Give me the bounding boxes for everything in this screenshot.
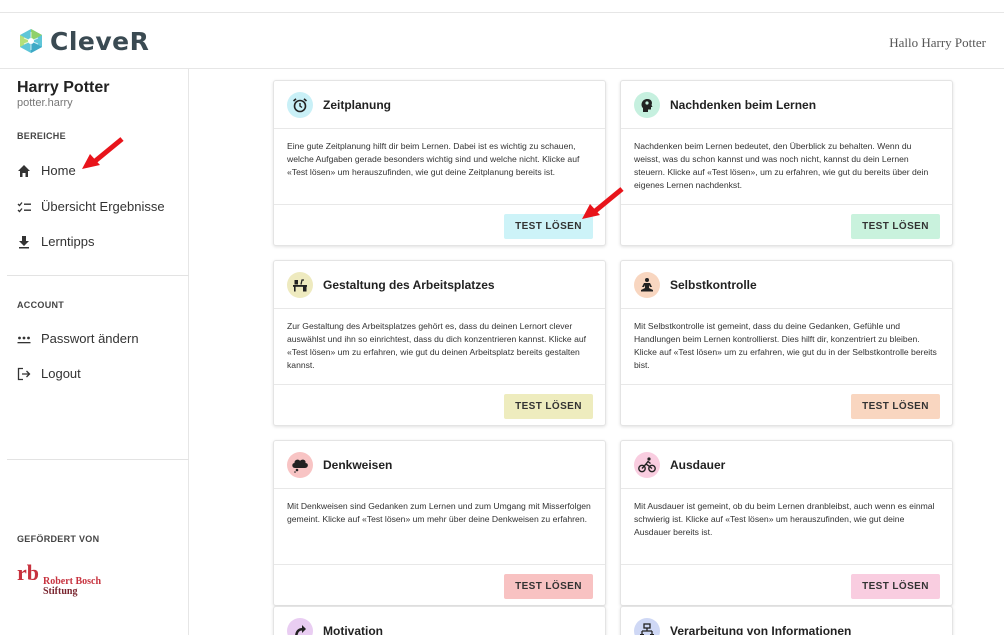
sponsor-label: GEFÖRDERT VON bbox=[17, 534, 100, 544]
test-button-denkweisen[interactable]: TEST LÖSEN bbox=[504, 574, 593, 599]
card-zeitplanung: Zeitplanung Eine gute Zeitplanung hilft … bbox=[273, 80, 606, 246]
top-header: CleveR Hallo Harry Potter bbox=[0, 12, 1004, 69]
sidebar-item-logout[interactable]: Logout bbox=[17, 366, 81, 381]
section-label-areas: BEREICHE bbox=[17, 131, 66, 141]
card-description: Mit Denkweisen sind Gedanken zum Lernen … bbox=[274, 489, 605, 565]
card-description: Nachdenken beim Lernen bedeutet, den Übe… bbox=[621, 129, 952, 205]
card-motivation: Motivation bbox=[273, 606, 606, 635]
brand-name: CleveR bbox=[50, 26, 150, 56]
sidebar-divider bbox=[7, 275, 189, 276]
brand-logo[interactable]: CleveR bbox=[16, 26, 149, 56]
card-description: Mit Selbstkontrolle ist gemeint, dass du… bbox=[621, 309, 952, 385]
card-description: Eine gute Zeitplanung hilft dir beim Ler… bbox=[274, 129, 605, 205]
sidebar-item-tips[interactable]: Lerntipps bbox=[17, 234, 94, 249]
clever-logo-icon bbox=[20, 29, 42, 53]
user-name: Harry Potter bbox=[17, 79, 110, 96]
sidebar-item-label: Lerntipps bbox=[41, 234, 95, 249]
test-button-selbstkontrolle[interactable]: TEST LÖSEN bbox=[851, 394, 940, 419]
thought-cloud-icon bbox=[287, 451, 313, 478]
card-verarbeitung: Verarbeitung von Informationen bbox=[620, 606, 953, 635]
test-button-zeitplanung[interactable]: TEST LÖSEN bbox=[504, 214, 593, 239]
card-title: Denkweisen bbox=[323, 457, 393, 472]
sidebar-item-results[interactable]: Übersicht Ergebnisse bbox=[17, 199, 165, 214]
card-title: Zeitplanung bbox=[323, 97, 391, 112]
card-denkweisen: Denkweisen Mit Denkweisen sind Gedanken … bbox=[273, 440, 606, 606]
bosch-foundation-logo: rb Robert Bosch Stiftung bbox=[17, 560, 102, 597]
cyclist-icon bbox=[634, 451, 660, 478]
card-title: Motivation bbox=[323, 623, 383, 635]
section-label-account: ACCOUNT bbox=[17, 300, 65, 310]
card-title: Ausdauer bbox=[670, 457, 726, 472]
card-description: Mit Ausdauer ist gemeint, ob du beim Ler… bbox=[621, 489, 952, 565]
card-arbeitsplatz: Gestaltung des Arbeitsplatzes Zur Gestal… bbox=[273, 260, 606, 426]
card-description: Zur Gestaltung des Arbeitsplatzes gehört… bbox=[274, 309, 605, 385]
card-selbstkontrolle: Selbstkontrolle Mit Selbstkontrolle ist … bbox=[620, 260, 953, 426]
desk-icon bbox=[287, 271, 313, 298]
sidebar: Harry Potter potter.harry BEREICHE Home … bbox=[0, 69, 189, 635]
sidebar-item-label: Passwort ändern bbox=[41, 331, 139, 346]
card-nachdenken: Nachdenken beim Lernen Nachdenken beim L… bbox=[620, 80, 953, 246]
test-button-nachdenken[interactable]: TEST LÖSEN bbox=[851, 214, 940, 239]
user-greeting: Hallo Harry Potter bbox=[889, 35, 986, 50]
sidebar-item-home[interactable]: Home bbox=[17, 163, 76, 178]
processing-icon bbox=[634, 617, 660, 635]
card-title: Verarbeitung von Informationen bbox=[670, 623, 852, 635]
logout-icon bbox=[17, 367, 31, 381]
sidebar-divider bbox=[7, 459, 189, 460]
motivation-icon bbox=[287, 617, 313, 635]
meditation-icon bbox=[634, 271, 660, 298]
password-icon bbox=[17, 332, 31, 346]
sidebar-item-password[interactable]: Passwort ändern bbox=[17, 331, 139, 346]
sidebar-item-label: Home bbox=[41, 163, 76, 178]
sidebar-item-label: Logout bbox=[41, 366, 81, 381]
card-title: Gestaltung des Arbeitsplatzes bbox=[323, 277, 495, 292]
card-title: Selbstkontrolle bbox=[670, 277, 757, 292]
download-icon bbox=[17, 235, 31, 249]
home-icon bbox=[17, 164, 31, 178]
test-button-ausdauer[interactable]: TEST LÖSEN bbox=[851, 574, 940, 599]
card-ausdauer: Ausdauer Mit Ausdauer ist gemeint, ob du… bbox=[620, 440, 953, 606]
checklist-icon bbox=[17, 200, 31, 214]
user-login: potter.harry bbox=[17, 97, 73, 109]
test-button-arbeitsplatz[interactable]: TEST LÖSEN bbox=[504, 394, 593, 419]
alarm-clock-icon bbox=[287, 91, 313, 118]
card-title: Nachdenken beim Lernen bbox=[670, 97, 817, 112]
thinking-head-icon bbox=[634, 91, 660, 118]
sidebar-item-label: Übersicht Ergebnisse bbox=[41, 199, 165, 214]
